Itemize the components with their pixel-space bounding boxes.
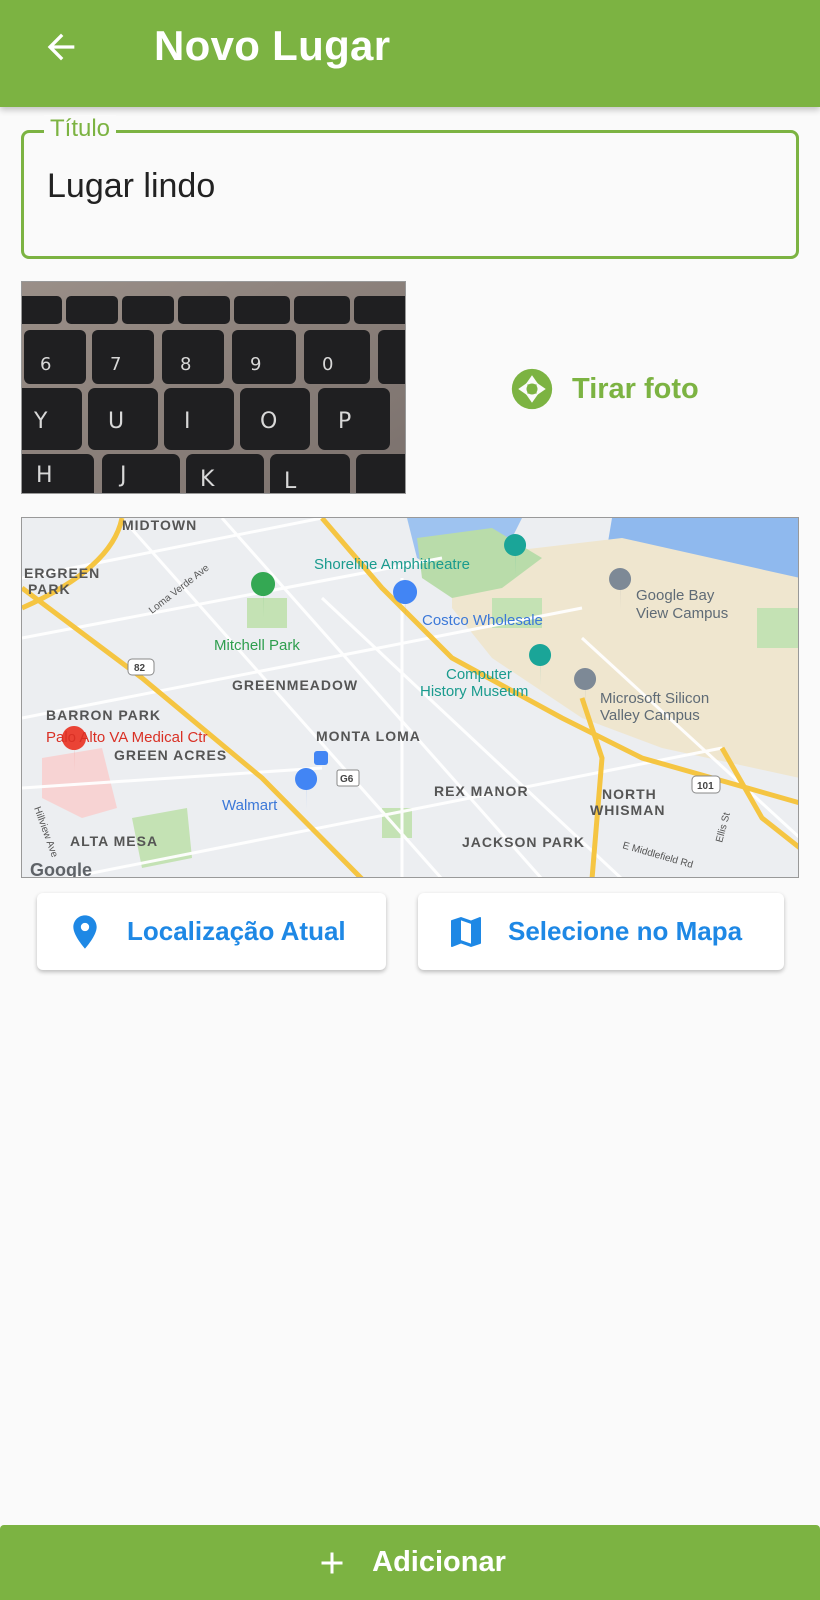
map-label-green-acres: GREEN ACRES bbox=[114, 747, 227, 763]
map-label-barron: BARRON PARK bbox=[46, 707, 161, 723]
camera-shutter-icon bbox=[511, 368, 553, 410]
map-label-shoreline: Shoreline Amphitheatre bbox=[314, 556, 470, 573]
map-label-computer: Computer bbox=[446, 666, 512, 683]
svg-text:K: K bbox=[200, 467, 215, 492]
map-label-mitchell: Mitchell Park bbox=[214, 637, 300, 654]
map-label-jackson-park: JACKSON PARK bbox=[462, 834, 585, 850]
map-label-park: PARK bbox=[28, 581, 71, 597]
map-label-microsoft: Microsoft Silicon bbox=[600, 690, 709, 707]
svg-text:U: U bbox=[108, 409, 124, 434]
map-label-whisman: WHISMAN bbox=[590, 802, 665, 818]
current-location-button[interactable]: Localização Atual bbox=[37, 893, 386, 970]
title-input[interactable] bbox=[47, 167, 767, 206]
map-label-greenmeadow: GREENMEADOW bbox=[232, 677, 358, 693]
add-button-label: Adicionar bbox=[372, 1546, 506, 1578]
title-field[interactable]: Título bbox=[21, 115, 799, 259]
map-label-monta-loma: MONTA LOMA bbox=[316, 728, 421, 744]
take-photo-button[interactable]: Tirar foto bbox=[510, 364, 699, 414]
app-bar: Novo Lugar bbox=[0, 0, 820, 107]
page-title: Novo Lugar bbox=[154, 22, 391, 69]
map-label-history: History Museum bbox=[420, 683, 528, 700]
back-button[interactable] bbox=[36, 22, 86, 72]
map-label-rex-manor: REX MANOR bbox=[434, 783, 529, 799]
svg-text:H: H bbox=[36, 463, 53, 488]
svg-text:6: 6 bbox=[40, 354, 51, 375]
add-button[interactable]: Adicionar bbox=[0, 1525, 820, 1600]
location-pin-icon bbox=[73, 914, 97, 949]
title-field-label: Título bbox=[44, 115, 117, 143]
route-82: 82 bbox=[134, 663, 146, 674]
map-label-north: NORTH bbox=[602, 786, 657, 802]
svg-text:I: I bbox=[184, 409, 191, 434]
select-on-map-button[interactable]: Selecione no Mapa bbox=[418, 893, 784, 970]
route-101: 101 bbox=[697, 781, 714, 792]
map-label-midtown: MIDTOWN bbox=[122, 518, 197, 533]
current-location-label: Localização Atual bbox=[127, 916, 346, 946]
map-label-alta-mesa: ALTA MESA bbox=[70, 833, 158, 849]
map-label-costco: Costco Wholesale bbox=[422, 612, 543, 629]
map-preview[interactable]: MIDTOWN ERGREEN PARK GREENMEADOW BARRON … bbox=[21, 517, 799, 878]
map-label-google-bay: Google Bay bbox=[636, 587, 715, 604]
svg-text:L: L bbox=[284, 469, 297, 494]
svg-text:0: 0 bbox=[322, 354, 333, 375]
map-label-evergreen: ERGREEN bbox=[24, 565, 100, 581]
map-label-valley: Valley Campus bbox=[600, 707, 700, 724]
svg-text:9: 9 bbox=[250, 354, 261, 375]
svg-text:8: 8 bbox=[180, 354, 191, 375]
svg-text:O: O bbox=[260, 409, 277, 434]
take-photo-label: Tirar foto bbox=[572, 372, 699, 405]
arrow-back-icon bbox=[47, 33, 75, 61]
plus-icon bbox=[321, 1552, 343, 1573]
select-on-map-label: Selecione no Mapa bbox=[508, 916, 743, 946]
map-label-view-campus: View Campus bbox=[636, 605, 728, 622]
route-g6: G6 bbox=[340, 774, 354, 785]
svg-text:Y: Y bbox=[33, 409, 48, 434]
svg-text:J: J bbox=[118, 463, 127, 488]
google-logo: Google bbox=[30, 860, 92, 878]
map-label-palo-alto-va: Palo Alto VA Medical Ctr bbox=[46, 729, 207, 746]
svg-text:P: P bbox=[338, 409, 351, 434]
svg-text:7: 7 bbox=[110, 354, 121, 375]
photo-preview: 6 7 8 9 0 Y U I O P H J K L bbox=[21, 281, 406, 494]
map-label-walmart: Walmart bbox=[222, 797, 278, 814]
map-icon bbox=[451, 916, 481, 947]
